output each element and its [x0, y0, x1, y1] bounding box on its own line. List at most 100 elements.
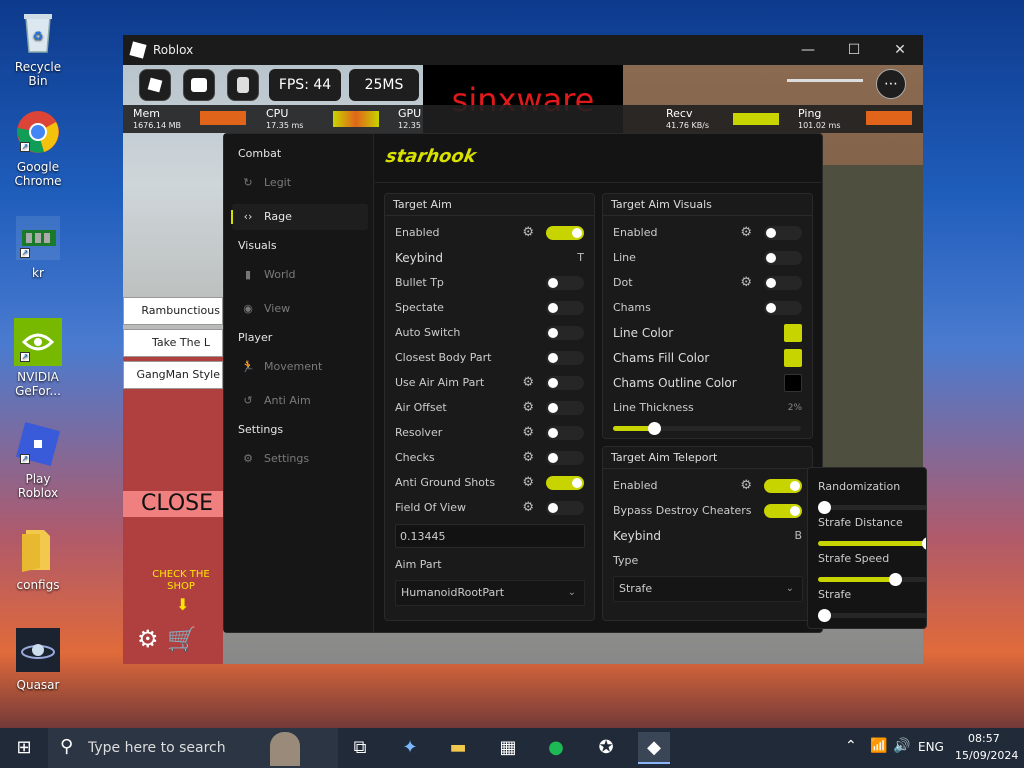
quasar-shortcut[interactable]: Quasar [4, 626, 72, 692]
emote-item-rambunctious[interactable]: Rambunctious [123, 297, 223, 325]
minimize-button[interactable]: — [785, 35, 831, 65]
line-color-swatch[interactable] [784, 324, 802, 342]
visuals-enabled-toggle[interactable] [764, 226, 802, 240]
spectate-toggle[interactable] [546, 301, 584, 315]
copilot-icon[interactable]: ✦ [394, 732, 426, 764]
resolver-toggle[interactable] [546, 426, 584, 440]
category-visuals: Visuals [238, 239, 277, 252]
task-view-icon[interactable]: ⧉ [344, 732, 376, 764]
gear-icon[interactable]: ⚙ [522, 223, 534, 243]
slider-knob[interactable] [818, 609, 831, 622]
aim-part-dropdown[interactable]: HumanoidRootPart ⌄ [395, 580, 585, 606]
line-thickness-slider[interactable] [613, 422, 801, 435]
ms-counter: 25MS [349, 69, 419, 101]
category-settings: Settings [238, 423, 284, 436]
cpu-label: CPU [266, 107, 289, 120]
strafe-distance-slider[interactable] [818, 537, 926, 550]
enabled-toggle[interactable] [546, 226, 584, 240]
gear-icon[interactable]: ⚙ [522, 398, 534, 418]
roblox-menu-button[interactable] [139, 69, 171, 101]
use-air-aim-part-toggle[interactable] [546, 376, 584, 390]
sidebar-item-settings[interactable]: ⚙ Settings [232, 446, 368, 472]
avatar-button[interactable] [227, 69, 259, 101]
gear-icon[interactable]: ⚙ [522, 423, 534, 443]
sidebar-item-view[interactable]: ◉ View [232, 296, 368, 322]
store-icon[interactable]: ▦ [492, 732, 524, 764]
bullet-tp-toggle[interactable] [546, 276, 584, 290]
gear-icon[interactable]: ⚙ [522, 448, 534, 468]
anti-ground-shots-toggle[interactable] [546, 476, 584, 490]
chams-toggle[interactable] [764, 301, 802, 315]
gear-icon[interactable]: ⚙ [522, 473, 534, 493]
wifi-icon[interactable]: 📶 [870, 738, 887, 754]
gear-icon[interactable]: ⚙ [137, 625, 159, 653]
randomization-slider[interactable] [818, 501, 926, 514]
emote-item-gangman-style[interactable]: GangMan Style [123, 361, 223, 389]
sidebar-item-legit[interactable]: ↻ Legit [232, 170, 368, 196]
teleport-keybind-value[interactable]: B [794, 526, 802, 546]
auto-switch-toggle[interactable] [546, 326, 584, 340]
chams-outline-color-swatch[interactable] [784, 374, 802, 392]
gear-icon[interactable]: ⚙ [740, 273, 752, 293]
keybind-value[interactable]: T [577, 248, 584, 268]
slider-knob[interactable] [818, 501, 831, 514]
volume-icon[interactable]: 🔊 [893, 738, 910, 754]
type-dropdown[interactable]: Strafe ⌄ [613, 576, 803, 602]
close-window-button[interactable]: ✕ [877, 35, 923, 65]
star-app-icon[interactable]: ✪ [590, 732, 622, 764]
row-label: Enabled [613, 226, 658, 239]
sidebar-item-rage[interactable]: ‹› Rage [231, 204, 368, 230]
recycle-bin-shortcut[interactable]: ♻ Recycle Bin [4, 8, 72, 88]
sidebar-item-antiaim[interactable]: ↺ Anti Aim [232, 388, 368, 414]
strafe-slider[interactable] [818, 609, 926, 622]
more-options-button[interactable]: ⋯ [876, 69, 906, 99]
chat-button[interactable] [183, 69, 215, 101]
maximize-button[interactable]: ☐ [831, 35, 877, 65]
slider-knob[interactable] [922, 537, 926, 550]
language-indicator[interactable]: ENG [918, 740, 944, 754]
refresh-icon: ↻ [243, 176, 253, 189]
taskbar-search-box[interactable]: ⚲ Type here to search [48, 728, 338, 768]
cart-icon[interactable]: 🛒 [167, 625, 197, 653]
window-title: Roblox [153, 43, 194, 57]
close-button-game[interactable]: CLOSE [123, 491, 223, 517]
slider-knob[interactable] [648, 422, 662, 435]
chams-fill-color-swatch[interactable] [784, 349, 802, 367]
air-offset-toggle[interactable] [546, 401, 584, 415]
chevron-up-icon[interactable]: ⌃ [845, 738, 857, 754]
strafe-speed-slider[interactable] [818, 573, 926, 586]
row-bypass: Bypass Destroy Cheaters [613, 501, 802, 521]
fov-input[interactable]: 0.13445 [395, 524, 585, 548]
line-toggle[interactable] [764, 251, 802, 265]
kr-shortcut[interactable]: ↗ kr [4, 214, 72, 280]
clock-date[interactable]: 15/09/2024 [955, 749, 1018, 762]
nvidia-shortcut[interactable]: ↗ NVIDIA GeFor... [4, 318, 72, 398]
teleport-enabled-toggle[interactable] [764, 479, 802, 493]
sidebar-item-movement[interactable]: 🏃 Movement [232, 354, 368, 380]
checks-toggle[interactable] [546, 451, 584, 465]
configs-folder[interactable]: configs [4, 526, 72, 592]
sidebar-item-world[interactable]: ▮ World [232, 262, 368, 288]
row-label: Closest Body Part [395, 351, 492, 364]
gear-icon[interactable]: ⚙ [522, 498, 534, 518]
play-roblox-shortcut[interactable]: ↗ Play Roblox [4, 420, 72, 500]
chrome-shortcut[interactable]: ↗ Google Chrome [4, 108, 72, 188]
emote-item-take-the-l[interactable]: Take The L [123, 329, 223, 357]
shortcut-arrow-icon: ↗ [20, 352, 30, 362]
window-titlebar[interactable]: Roblox — ☐ ✕ [123, 35, 923, 65]
file-explorer-icon[interactable]: ▬ [442, 732, 474, 764]
bypass-toggle[interactable] [764, 504, 802, 518]
gear-icon[interactable]: ⚙ [740, 223, 752, 243]
dot-toggle[interactable] [764, 276, 802, 290]
clock-time[interactable]: 08:57 [968, 732, 1000, 745]
slider-knob[interactable] [889, 573, 902, 586]
windows-start-button[interactable]: ⊞ [8, 732, 40, 764]
row-label: Chams [613, 301, 651, 314]
spotify-icon[interactable]: ● [540, 732, 572, 764]
field-of-view-toggle[interactable] [546, 501, 584, 515]
closest-body-part-toggle[interactable] [546, 351, 584, 365]
roblox-taskbar-icon[interactable]: ◆ [638, 732, 670, 764]
gear-icon[interactable]: ⚙ [522, 373, 534, 393]
shortcut-arrow-icon: ↗ [20, 142, 30, 152]
gear-icon[interactable]: ⚙ [740, 476, 752, 496]
